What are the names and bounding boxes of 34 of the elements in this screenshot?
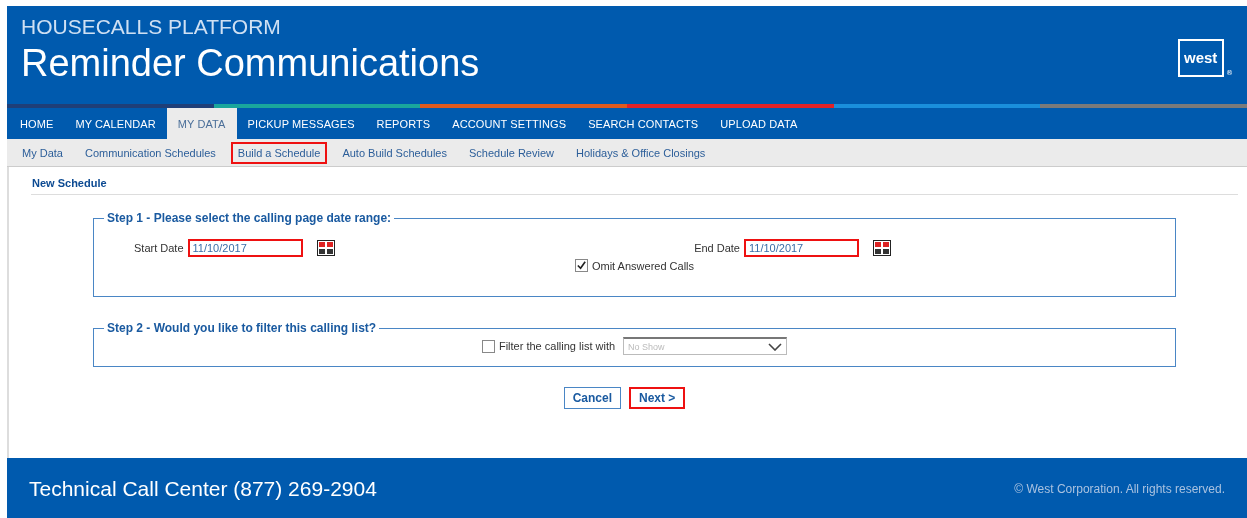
nav-tab[interactable]: ACCOUNT SETTINGS [441, 108, 578, 139]
subnav-link[interactable]: Schedule Review [461, 141, 561, 164]
subnav-link[interactable]: Build a Schedule [230, 141, 328, 164]
form-button[interactable]: Next > [629, 387, 686, 409]
platform-name: HOUSECALLS PLATFORM [21, 15, 282, 39]
checkbox[interactable] [481, 339, 495, 353]
subnav-link[interactable]: Communication Schedules [77, 141, 223, 164]
field-label: Start Date [134, 242, 184, 254]
support-phone: Technical Call Center (877) 269-2904 [29, 476, 377, 501]
nav-tab[interactable]: MY CALENDAR [64, 108, 167, 139]
date-field[interactable]: 11/10/2017 [187, 239, 303, 257]
calendar-icon[interactable] [873, 240, 891, 256]
copyright-text: © West Corporation. All rights reserved. [1014, 481, 1225, 496]
checkbox-label: Filter the calling list with [498, 340, 616, 352]
step-legend: Step 1 - Please select the calling page date range: [104, 211, 395, 225]
nav-tab[interactable]: UPLOAD DATA [709, 108, 809, 139]
nav-tab[interactable]: REPORTS [365, 108, 442, 139]
nav-tab[interactable]: HOME [9, 108, 65, 139]
checkbox[interactable] [574, 259, 588, 272]
app-title: Reminder Communications [21, 41, 480, 86]
calendar-icon[interactable] [316, 240, 335, 256]
date-field[interactable]: 11/10/2017 [744, 239, 859, 257]
subnav-link[interactable]: My Data [15, 141, 70, 164]
checkbox-label: Omit Answered Calls [591, 259, 695, 272]
nav-tab[interactable]: MY DATA [166, 108, 237, 139]
subnav-link[interactable]: Holidays & Office Closings [568, 141, 713, 164]
page-title: New Schedule [31, 176, 108, 191]
form-button[interactable]: Cancel [563, 387, 621, 409]
logo: west [1178, 39, 1224, 77]
field-label: End Date [694, 242, 740, 254]
step-legend: Step 2 - Would you like to filter this calling list? [104, 321, 380, 335]
nav-tab[interactable]: PICKUP MESSAGES [236, 108, 366, 139]
subnav-link[interactable]: Auto Build Schedules [335, 141, 454, 164]
nav-tab[interactable]: SEARCH CONTACTS [577, 108, 710, 139]
